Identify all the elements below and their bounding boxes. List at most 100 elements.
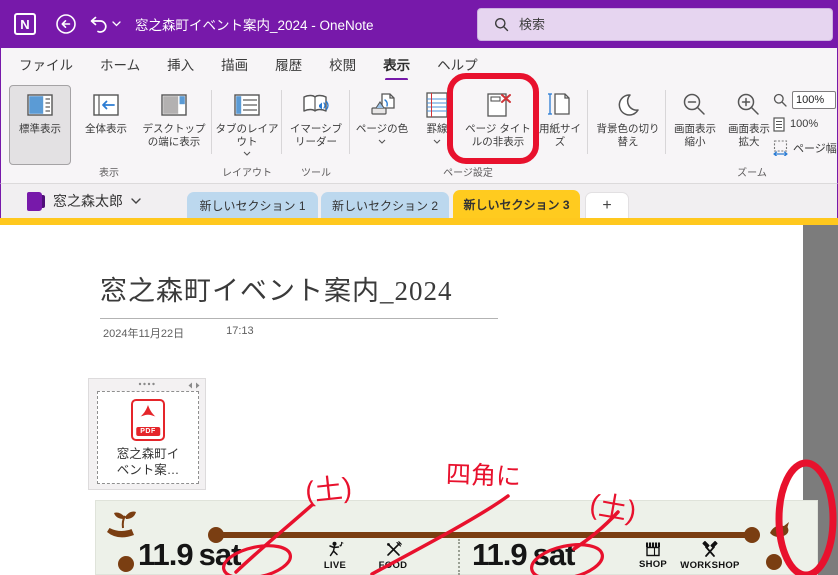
pdf-file-icon: PDF: [131, 399, 165, 441]
zoom-out-label: 画面表示縮小: [674, 123, 716, 148]
page-title[interactable]: 窓之森町イベント案内_2024: [100, 269, 453, 308]
page-width-icon: [773, 140, 788, 156]
background-switch-label: 背景色の切り替え: [596, 123, 660, 148]
back-arrow-icon: [56, 14, 76, 34]
page-time: 17:13: [226, 325, 254, 337]
search-input[interactable]: [519, 17, 769, 32]
zoom-out-icon: [682, 89, 708, 121]
right-event-date: 11.9 sat: [472, 537, 575, 572]
pdf-file-card[interactable]: PDF 窓之森町イ ベント案…: [97, 391, 199, 484]
chevron-down-icon: [378, 137, 386, 144]
menu-tab-file[interactable]: ファイル: [19, 54, 73, 74]
menu-tab-review[interactable]: 校閲: [329, 54, 356, 74]
undo-button[interactable]: [86, 12, 110, 36]
tab-layout-icon: [234, 89, 260, 121]
hide-page-title-label: ページ タイトルの非表示: [465, 123, 531, 148]
menu-tab-history[interactable]: 履歴: [275, 54, 302, 74]
ribbon-group-view: 表示: [99, 168, 119, 179]
zoom-in-icon: [736, 89, 762, 121]
rule-lines-button[interactable]: 罫線: [415, 86, 459, 162]
menu-tab-view[interactable]: 表示: [383, 54, 410, 81]
event-flyer-image[interactable]: 11.9 sat LIVE FOOD 11.9 sat SHOP WORKSHO…: [95, 500, 818, 575]
menu-bar: ファイル ホーム 挿入 描画 履歴 校閲 表示 ヘルプ: [0, 48, 838, 81]
zoom-out-button[interactable]: 画面表示縮小: [669, 86, 721, 162]
menu-tab-insert[interactable]: 挿入: [167, 54, 194, 74]
immersive-reader-label: イマーシブリーダー: [289, 123, 343, 148]
search-icon: [495, 18, 509, 32]
page-color-button[interactable]: ページの色: [353, 86, 411, 162]
ribbon-separator: [281, 90, 282, 154]
chevron-down-icon: [243, 149, 251, 156]
onenote-app-icon: N: [14, 13, 36, 35]
zoom-value-input[interactable]: [792, 91, 836, 109]
menu-tab-home[interactable]: ホーム: [100, 54, 140, 74]
ribbon-separator: [211, 90, 212, 154]
immersive-reader-button[interactable]: イマーシブリーダー: [285, 86, 347, 162]
active-section-color-bar: [0, 218, 838, 225]
background-switch-button[interactable]: 背景色の切り替え: [593, 86, 663, 162]
paper-size-button[interactable]: 用紙サイズ: [537, 86, 583, 162]
moon-icon: [615, 89, 641, 121]
drag-handle-icon[interactable]: [138, 382, 156, 386]
chevron-down-icon: [433, 137, 441, 144]
window-title: 窓之森町イベント案内_2024 - OneNote: [135, 18, 374, 33]
dancer-icon: [328, 541, 343, 557]
menu-tab-help[interactable]: ヘルプ: [437, 54, 478, 74]
section-tab-3-active[interactable]: 新しいセクション 3: [453, 190, 580, 218]
pdf-attachment[interactable]: PDF 窓之森町イ ベント案…: [88, 378, 206, 490]
rule-lines-label: 罫線: [426, 123, 448, 135]
left-bullet-dot: [118, 556, 134, 572]
back-button[interactable]: [54, 12, 78, 36]
undo-icon: [90, 16, 107, 33]
ribbon-group-zoom: ズーム: [737, 168, 767, 179]
zoom-controls: 100% ページ幅: [773, 88, 838, 160]
section-tab-2[interactable]: 新しいセクション 2: [321, 192, 449, 218]
dock-to-desktop-button[interactable]: デスクトップの端に表示: [139, 86, 209, 162]
rule-lines-icon: [425, 89, 449, 121]
resize-arrows-icon[interactable]: [187, 382, 201, 389]
hide-page-title-icon: [484, 89, 512, 121]
magnifier-icon: [773, 93, 787, 107]
crossed-utensils-icon: [386, 541, 402, 556]
tab-layout-label: タブのレイアウト: [215, 123, 279, 148]
notebook-dropdown[interactable]: 窓之森太郎: [53, 191, 141, 211]
hide-page-title-button[interactable]: ページ タイトルの非表示: [461, 86, 535, 162]
full-view-button[interactable]: 全体表示: [75, 86, 137, 162]
section-bar: 窓之森太郎 新しいセクション 1 新しいセクション 2 新しいセクション 3 +: [0, 184, 838, 218]
ribbon-separator: [665, 90, 666, 154]
title-bar: N 窓之森町イベント案内_2024 - OneNote: [0, 0, 838, 48]
zoom-in-button[interactable]: 画面表示拡大: [723, 86, 775, 162]
storefront-icon: [646, 542, 660, 557]
section-tab-1[interactable]: 新しいセクション 1: [187, 192, 318, 218]
search-box[interactable]: [477, 8, 833, 41]
notebook-icon: [27, 192, 45, 211]
hand-sprout-icon: [107, 511, 136, 538]
ribbon-group-layout: レイアウト: [222, 168, 272, 179]
add-section-button[interactable]: +: [585, 192, 629, 218]
paper-size-icon: [547, 89, 573, 121]
standard-view-icon: [27, 89, 53, 121]
ribbon-group-tools: ツール: [301, 168, 331, 179]
chevron-down-icon: [131, 198, 141, 204]
page-canvas[interactable]: 窓之森町イベント案内_2024 2024年11月22日 17:13 PDF 窓之…: [0, 225, 838, 575]
standard-view-button[interactable]: 標準表示: [9, 85, 71, 165]
page-date: 2024年11月22日: [103, 328, 185, 340]
category-shop: SHOP: [630, 541, 676, 570]
menu-tab-draw[interactable]: 描画: [221, 54, 248, 74]
crossed-hammers-icon: [702, 541, 718, 557]
flyer-brown-dot: [766, 554, 782, 570]
chevron-down-icon: [111, 21, 121, 27]
page-width-button[interactable]: ページ幅: [793, 140, 837, 156]
standard-view-label: 標準表示: [19, 123, 61, 135]
pdf-file-name: 窓之森町イ ベント案…: [116, 447, 180, 477]
pdf-badge: PDF: [136, 427, 160, 436]
onenote-window: N 窓之森町イベント案内_2024 - OneNote 検索 ファイル ホーム …: [0, 0, 838, 575]
tab-layout-button[interactable]: タブのレイアウト: [215, 86, 279, 162]
immersive-reader-icon: [301, 89, 331, 121]
category-food: FOOD: [368, 541, 418, 571]
timeline-end-dot: [744, 527, 760, 543]
page-title-underline: [100, 318, 498, 319]
full-view-label: 全体表示: [85, 123, 127, 135]
undo-dropdown-button[interactable]: [108, 12, 124, 36]
zoom-100-button[interactable]: 100%: [790, 118, 818, 130]
